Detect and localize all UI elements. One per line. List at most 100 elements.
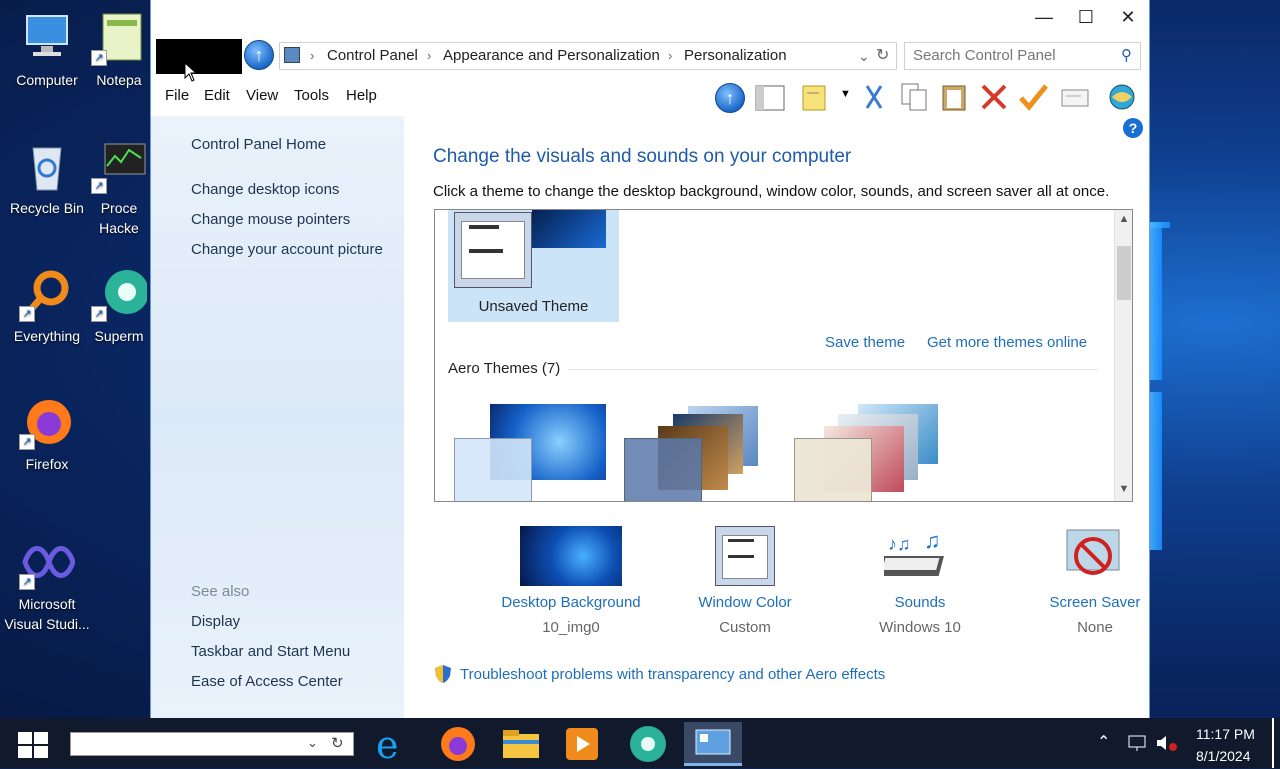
notepad-icon: ↗ xyxy=(91,10,147,66)
get-more-themes-link[interactable]: Get more themes online xyxy=(927,334,1087,351)
up-arrow-toolbar-icon[interactable]: ↑ xyxy=(715,83,745,113)
show-desktop-button[interactable] xyxy=(1272,718,1274,768)
svg-text:♪♫: ♪♫ xyxy=(888,534,911,554)
paste-icon[interactable] xyxy=(939,82,971,112)
theme-architecture[interactable] xyxy=(618,400,778,501)
setting-title[interactable]: Sounds xyxy=(835,594,1005,611)
network-icon[interactable] xyxy=(1127,734,1147,757)
taskbar: ⌄ ↻ e ⌃ 11:17 PM 8/1/2024 xyxy=(0,718,1280,768)
troubleshoot-link[interactable]: Troubleshoot problems with transparency … xyxy=(460,666,885,683)
clock-time[interactable]: 11:17 PM xyxy=(1196,726,1255,742)
delete-icon[interactable] xyxy=(979,82,1011,112)
svg-text:e: e xyxy=(376,724,399,764)
breadcrumb-control-panel[interactable]: Control Panel xyxy=(327,43,418,69)
link-ease-of-access[interactable]: Ease of Access Center xyxy=(191,673,343,690)
menu-edit[interactable]: Edit xyxy=(204,87,230,104)
clock-date[interactable]: 8/1/2024 xyxy=(1196,748,1251,764)
search-input[interactable]: Search Control Panel xyxy=(904,42,1141,70)
left-pane: Control Panel Home Change desktop icons … xyxy=(151,116,404,719)
start-button[interactable] xyxy=(16,730,50,760)
taskbar-internet-explorer[interactable]: e xyxy=(370,723,418,767)
desktop-icon-everything[interactable]: ↗ Everything xyxy=(1,266,93,346)
menu-tools[interactable]: Tools xyxy=(294,87,329,104)
taskbar-media-player[interactable] xyxy=(558,724,606,764)
sounds-setting[interactable]: ♪♫ ♫ Sounds Windows 10 xyxy=(835,526,1005,636)
breadcrumb-appearance[interactable]: Appearance and Personalization xyxy=(443,43,660,69)
theme-list-scrollbar[interactable]: ▲ ▼ xyxy=(1114,210,1132,501)
properties-icon[interactable] xyxy=(1059,82,1091,112)
theme-flowers[interactable] xyxy=(788,400,948,501)
taskbar-search-input[interactable]: ⌄ ↻ xyxy=(70,732,354,756)
chevron-right-icon: › xyxy=(427,48,432,63)
chevron-down-icon[interactable]: ⌄ xyxy=(307,735,318,751)
aero-themes-group-label: Aero Themes (7) xyxy=(448,360,561,377)
back-forward-buttons[interactable] xyxy=(156,39,242,74)
window-color-setting[interactable]: Window Color Custom xyxy=(660,526,830,636)
link-taskbar-start-menu[interactable]: Taskbar and Start Menu xyxy=(191,643,350,660)
refresh-icon[interactable]: ↻ xyxy=(876,43,889,69)
taskbar-firefox[interactable] xyxy=(434,724,482,764)
scroll-up-icon[interactable]: ▲ xyxy=(1115,213,1132,225)
dropdown-arrow-icon[interactable]: ▼ xyxy=(840,88,851,100)
scroll-thumb[interactable] xyxy=(1117,246,1131,300)
up-level-button[interactable]: ↑ xyxy=(244,40,274,70)
checkmark-icon[interactable] xyxy=(1018,82,1050,112)
link-change-desktop-icons[interactable]: Change desktop icons xyxy=(191,181,339,198)
menu-view[interactable]: View xyxy=(246,87,278,104)
desktop-icon-recycle-bin[interactable]: Recycle Bin xyxy=(1,138,93,218)
globe-icon[interactable] xyxy=(1106,82,1138,112)
title-bar: — ☐ ✕ xyxy=(151,0,1149,34)
screen-saver-icon xyxy=(1059,526,1131,586)
taskbar-supermium[interactable] xyxy=(624,724,672,764)
save-theme-link[interactable]: Save theme xyxy=(825,334,905,351)
process-hacker-icon: ↗ xyxy=(91,138,147,194)
refresh-icon[interactable]: ↻ xyxy=(331,734,344,752)
desktop-icon-firefox[interactable]: ↗ Firefox xyxy=(1,394,93,474)
setting-value: 10_img0 xyxy=(542,619,600,636)
chevron-right-icon: › xyxy=(668,48,673,63)
breadcrumb-personalization[interactable]: Personalization xyxy=(684,43,787,69)
scroll-down-icon[interactable]: ▼ xyxy=(1115,483,1132,495)
window-color-icon xyxy=(715,526,775,586)
setting-title[interactable]: Desktop Background xyxy=(486,594,656,611)
desktop-icon-supermium[interactable]: ↗ Superm xyxy=(88,266,150,346)
desktop-icon-notepad[interactable]: ↗ Notepa xyxy=(88,10,150,90)
taskbar-file-explorer[interactable] xyxy=(497,724,545,764)
menu-help[interactable]: Help xyxy=(346,87,377,104)
link-change-account-picture[interactable]: Change your account picture xyxy=(191,241,383,258)
screen-saver-setting[interactable]: Screen Saver None xyxy=(1010,526,1180,636)
link-control-panel-home[interactable]: Control Panel Home xyxy=(191,136,326,153)
desktop-icon-computer[interactable]: Computer xyxy=(1,10,93,90)
setting-title[interactable]: Screen Saver xyxy=(1010,594,1180,611)
taskbar-control-panel-active[interactable] xyxy=(684,722,742,766)
maximize-button[interactable]: ☐ xyxy=(1065,0,1107,34)
desktop-icon-visual-studio[interactable]: ↗ Microsoft Visual Studi... xyxy=(1,534,93,634)
theme-list[interactable]: Unsaved Theme Save theme Get more themes… xyxy=(434,209,1133,502)
volume-muted-icon[interactable] xyxy=(1155,734,1179,757)
copy-icon[interactable] xyxy=(898,82,930,112)
desktop-icon-process-hacker[interactable]: ↗ Proce Hacke xyxy=(88,138,150,238)
theme-name: Unsaved Theme xyxy=(478,298,589,315)
cut-icon[interactable] xyxy=(859,82,891,112)
page-title: Change the visuals and sounds on your co… xyxy=(433,146,852,167)
page-subtitle: Click a theme to change the desktop back… xyxy=(433,183,1110,200)
setting-value: Custom xyxy=(719,619,771,636)
address-bar[interactable]: › Control Panel › Appearance and Persona… xyxy=(279,42,897,70)
search-icon[interactable]: ⚲ xyxy=(1121,46,1132,64)
link-display[interactable]: Display xyxy=(191,613,240,630)
desktop-icon-label: Notepa xyxy=(96,72,142,88)
close-button[interactable]: ✕ xyxy=(1107,0,1149,34)
show-hidden-icons-chevron-icon[interactable]: ⌃ xyxy=(1097,732,1110,752)
minimize-button[interactable]: — xyxy=(1023,0,1065,34)
setting-title[interactable]: Window Color xyxy=(660,594,830,611)
chevron-down-icon[interactable]: ⌄ xyxy=(858,43,870,69)
theme-unsaved[interactable]: Unsaved Theme xyxy=(448,210,619,322)
theme-windows[interactable] xyxy=(448,400,608,501)
desktop-background-setting[interactable]: Desktop Background 10_img0 xyxy=(486,526,656,636)
link-change-mouse-pointers[interactable]: Change mouse pointers xyxy=(191,211,350,228)
preview-pane-icon[interactable] xyxy=(754,82,786,112)
menu-file[interactable]: File xyxy=(165,87,189,104)
window-color-thumb xyxy=(454,212,532,288)
sounds-icon: ♪♫ ♫ xyxy=(876,526,956,586)
new-note-icon[interactable] xyxy=(799,82,831,112)
